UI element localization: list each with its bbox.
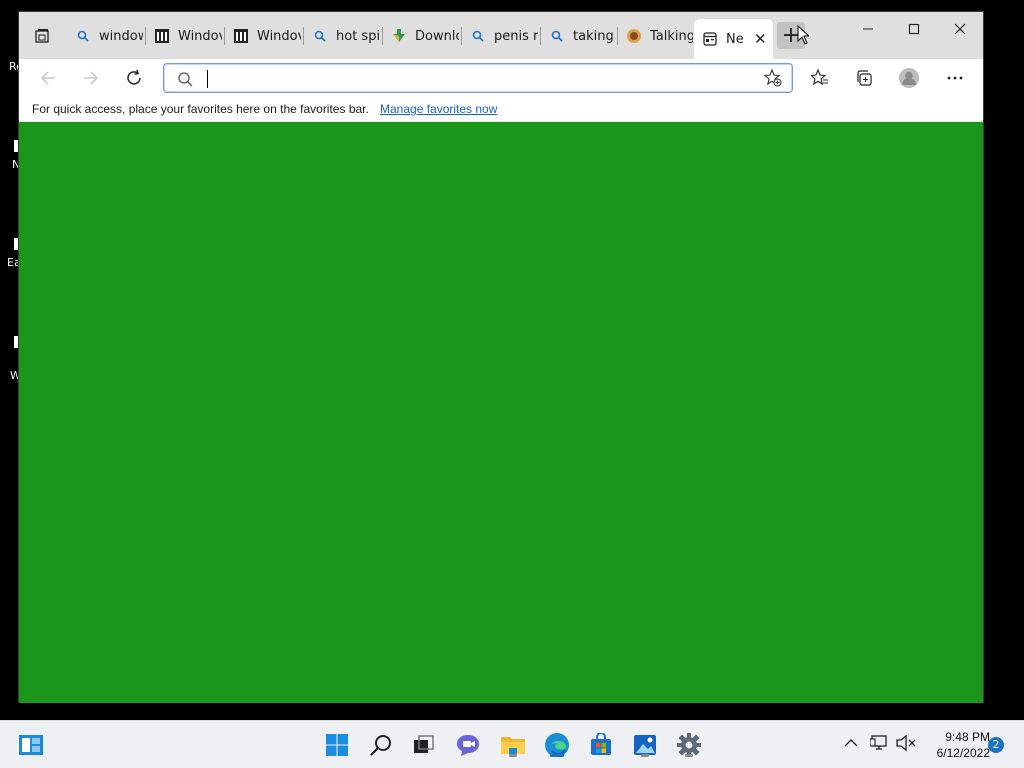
address-bar[interactable] [163,63,793,93]
photos-button[interactable] [630,730,660,760]
close-tab-icon[interactable]: ✕ [754,30,767,48]
favorites-button[interactable] [805,63,835,93]
settings-button[interactable] [674,730,704,760]
favorites-icon [811,69,828,86]
profile-button[interactable] [894,63,924,93]
search-button[interactable] [366,730,396,760]
file-explorer-button[interactable] [498,730,528,760]
tab-3[interactable]: Windov [225,23,303,49]
tab-title: penis m [494,28,538,44]
tab-title: Windov [257,28,301,44]
clock-date: 6/12/2022 [936,746,990,760]
maximize-icon [908,23,920,35]
widgets-icon [19,735,43,755]
volume-button[interactable] [896,734,916,756]
tab-7[interactable]: taking l [541,23,617,49]
minimize-icon [863,28,873,30]
taskbar: 9:48 PM 6/12/2022 2 [0,720,1024,768]
task-view-icon [414,735,434,753]
forward-arrow-icon [84,71,99,85]
page-content [19,122,983,703]
back-arrow-icon [40,71,55,85]
tab-title: Downlo [415,28,459,44]
tab-5[interactable]: Downlo [383,23,461,49]
network-icon [869,735,887,750]
search-icon [177,71,193,91]
mouse-cursor-icon [797,25,809,45]
tab-actions-icon [35,29,49,43]
minimize-button[interactable] [845,16,891,42]
collections-icon [857,70,872,86]
edge-button[interactable] [542,730,572,760]
tab-2[interactable]: Windov [146,23,224,49]
browser-window: window Windov Windov hot spic Downlo pen… [18,11,984,703]
tab-title: Windov [178,28,222,44]
address-input[interactable] [204,68,744,88]
clock[interactable]: 9:48 PM 6/12/2022 [920,729,990,761]
tab-title: Talking [650,28,693,44]
more-icon [947,76,963,80]
chat-icon [457,735,479,756]
back-button[interactable] [33,63,63,93]
manage-favorites-link[interactable]: Manage favorites now [380,102,497,116]
store-icon [591,733,611,755]
download-icon [391,28,407,44]
clock-time: 9:48 PM [945,730,990,744]
chat-button[interactable] [453,730,483,760]
collections-button[interactable] [849,63,879,93]
add-favorite-icon[interactable] [763,68,782,91]
network-button[interactable] [869,734,890,756]
search-icon [470,28,486,44]
show-hidden-icons-button[interactable] [843,735,859,755]
windows-start-icon [326,734,348,756]
settings-more-button[interactable] [940,63,970,93]
maximize-button[interactable] [891,16,937,42]
favorites-bar: For quick access, place your favorites h… [19,96,983,122]
search-icon [312,28,328,44]
museum-icon [233,28,249,44]
folder-icon [501,737,525,754]
site-icon [626,28,642,44]
refresh-button[interactable] [119,63,149,93]
tab-4[interactable]: hot spic [304,23,382,49]
search-icon [549,28,565,44]
tab-6[interactable]: penis m [462,23,540,49]
close-window-button[interactable] [937,16,983,42]
tab-title: taking l [573,28,617,44]
tab-8[interactable]: Talking [618,23,693,49]
tab-active[interactable]: Ne ✕ [694,19,773,59]
start-button[interactable] [322,730,352,760]
newtab-icon [702,31,718,47]
avatar-icon [899,68,919,88]
search-icon [370,735,391,756]
tab-strip: window Windov Windov hot spic Downlo pen… [19,12,983,59]
museum-icon [154,28,170,44]
store-button[interactable] [586,730,616,760]
task-view-button[interactable] [409,730,439,760]
tab-actions-button[interactable] [25,24,59,48]
chevron-up-icon [844,739,858,747]
refresh-icon [127,69,141,85]
search-icon [75,28,91,44]
desktop-widget-button[interactable] [16,730,46,760]
toolbar [19,59,983,96]
volume-muted-icon [896,734,916,752]
tab-1[interactable]: window [67,23,145,49]
tab-title: hot spic [336,28,380,44]
favorites-bar-message: For quick access, place your favorites h… [32,102,369,116]
notification-badge[interactable]: 2 [988,737,1004,753]
tab-title: Ne [726,31,744,47]
close-icon [954,23,966,35]
tab-title: window [99,28,143,44]
forward-button[interactable] [76,63,106,93]
